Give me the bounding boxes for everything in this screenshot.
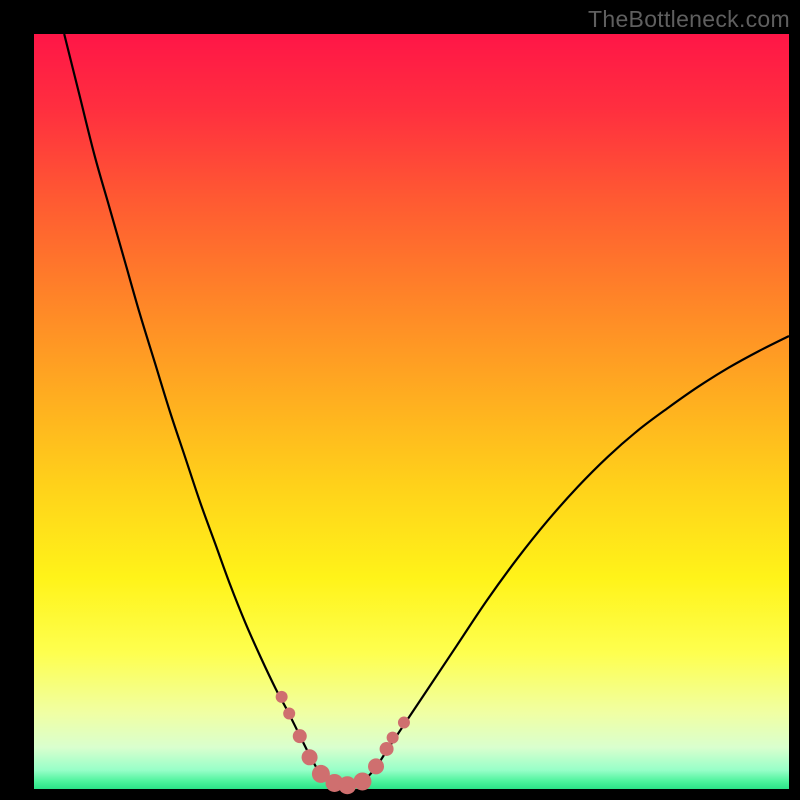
- marker-dot: [387, 732, 399, 744]
- marker-dot: [293, 729, 307, 743]
- chart-svg: [0, 0, 800, 800]
- outer-frame: TheBottleneck.com: [0, 0, 800, 800]
- marker-dot: [353, 772, 371, 790]
- marker-dot: [283, 708, 295, 720]
- plot-background: [34, 34, 789, 789]
- marker-dot: [338, 776, 356, 794]
- marker-dot: [380, 742, 394, 756]
- marker-dot: [398, 717, 410, 729]
- marker-dot: [368, 758, 384, 774]
- watermark-text: TheBottleneck.com: [588, 6, 790, 33]
- marker-dot: [276, 691, 288, 703]
- marker-dot: [302, 749, 318, 765]
